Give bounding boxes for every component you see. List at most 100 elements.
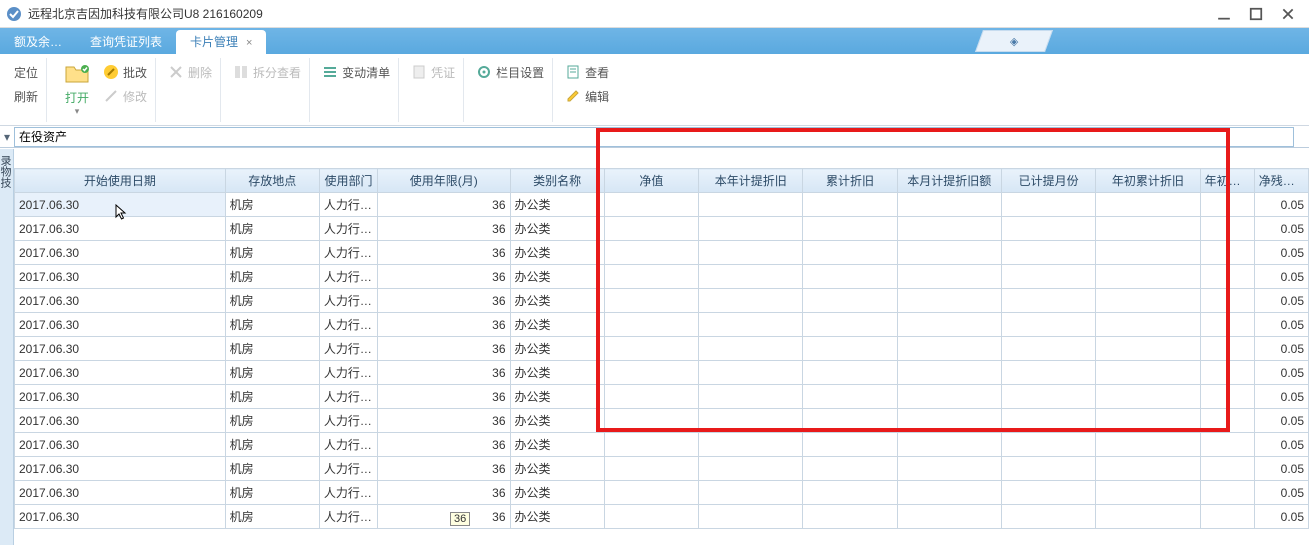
cell[interactable] — [1001, 265, 1095, 289]
cell[interactable] — [699, 409, 803, 433]
cell[interactable]: 0.05 — [1254, 457, 1308, 481]
cell[interactable]: 36 — [378, 361, 510, 385]
cell[interactable]: 人力行… — [319, 457, 377, 481]
cell[interactable]: 人力行… — [319, 361, 377, 385]
cell[interactable] — [1200, 409, 1254, 433]
cell[interactable]: 机房 — [225, 409, 319, 433]
cell[interactable]: 36 — [378, 505, 510, 529]
tab-voucher-list[interactable]: 查询凭证列表 — [76, 30, 176, 54]
column-setting-button[interactable]: 栏目设置 — [476, 62, 544, 82]
cell[interactable]: 0.05 — [1254, 361, 1308, 385]
refresh-button[interactable]: 刷新 — [14, 86, 38, 106]
cell[interactable] — [1001, 481, 1095, 505]
cell[interactable] — [897, 289, 1001, 313]
view-button[interactable]: 查看 — [565, 62, 609, 82]
cell[interactable] — [1200, 289, 1254, 313]
change-list-button[interactable]: 变动清单 — [322, 62, 390, 82]
cell[interactable]: 办公类 — [510, 241, 604, 265]
cell[interactable] — [803, 505, 897, 529]
cell[interactable] — [1096, 385, 1200, 409]
cell[interactable]: 0.05 — [1254, 481, 1308, 505]
cell[interactable]: 36 — [378, 265, 510, 289]
cell[interactable]: 机房 — [225, 457, 319, 481]
cell[interactable]: 2017.06.30 — [15, 457, 226, 481]
cell[interactable]: 2017.06.30 — [15, 241, 226, 265]
cell[interactable] — [699, 241, 803, 265]
cell[interactable]: 人力行… — [319, 385, 377, 409]
cell[interactable] — [1200, 457, 1254, 481]
cell[interactable]: 36 — [378, 337, 510, 361]
edit-button[interactable]: 编辑 — [565, 86, 609, 106]
cell[interactable]: 办公类 — [510, 337, 604, 361]
column-header[interactable]: 已计提月份 — [1001, 169, 1095, 193]
cell[interactable] — [803, 385, 897, 409]
cell[interactable] — [699, 289, 803, 313]
cell[interactable]: 0.05 — [1254, 217, 1308, 241]
cell[interactable] — [1001, 505, 1095, 529]
table-row[interactable]: 2017.06.30机房人力行…36办公类0.05 — [15, 481, 1309, 505]
cell[interactable]: 2017.06.30 — [15, 193, 226, 217]
cell[interactable] — [897, 457, 1001, 481]
cell[interactable] — [803, 481, 897, 505]
cell[interactable]: 2017.06.30 — [15, 409, 226, 433]
cell[interactable]: 人力行… — [319, 433, 377, 457]
cell[interactable]: 2017.06.30 — [15, 289, 226, 313]
cell[interactable] — [803, 409, 897, 433]
cell[interactable] — [699, 217, 803, 241]
cell[interactable]: 0.05 — [1254, 385, 1308, 409]
cell[interactable]: 办公类 — [510, 385, 604, 409]
cell[interactable] — [604, 241, 698, 265]
cell[interactable] — [897, 433, 1001, 457]
table-row[interactable]: 2017.06.30机房人力行…36办公类0.05 — [15, 217, 1309, 241]
cell[interactable]: 0.05 — [1254, 265, 1308, 289]
cell[interactable]: 0.05 — [1254, 337, 1308, 361]
table-row[interactable]: 2017.06.30机房人力行…36办公类0.05 — [15, 241, 1309, 265]
close-button[interactable] — [1281, 7, 1295, 21]
cell[interactable] — [897, 505, 1001, 529]
cell[interactable]: 办公类 — [510, 289, 604, 313]
cell[interactable] — [1096, 409, 1200, 433]
column-header[interactable]: 本月计提折旧额 — [897, 169, 1001, 193]
cell[interactable]: 机房 — [225, 241, 319, 265]
cell[interactable] — [1096, 217, 1200, 241]
cell[interactable] — [897, 313, 1001, 337]
cell[interactable] — [604, 481, 698, 505]
column-header[interactable]: 开始使用日期 — [15, 169, 226, 193]
column-header[interactable]: 净值 — [604, 169, 698, 193]
column-header[interactable]: 存放地点 — [225, 169, 319, 193]
cell[interactable] — [604, 361, 698, 385]
cell[interactable]: 2017.06.30 — [15, 217, 226, 241]
cell[interactable]: 36 — [378, 481, 510, 505]
filter-toggle[interactable]: ▾ — [0, 130, 14, 144]
cell[interactable] — [803, 217, 897, 241]
cell[interactable] — [604, 337, 698, 361]
batch-button[interactable]: 批改 — [103, 62, 147, 82]
cell[interactable] — [1096, 361, 1200, 385]
column-header[interactable]: 年初累计折旧 — [1096, 169, 1200, 193]
cell[interactable] — [604, 433, 698, 457]
cell[interactable]: 机房 — [225, 265, 319, 289]
cell[interactable] — [1096, 457, 1200, 481]
cell[interactable]: 人力行… — [319, 409, 377, 433]
cell[interactable]: 人力行… — [319, 289, 377, 313]
cell[interactable] — [897, 241, 1001, 265]
table-row[interactable]: 2017.06.30机房人力行…36办公类0.05 — [15, 457, 1309, 481]
cell[interactable] — [1096, 481, 1200, 505]
voucher-button[interactable]: 凭证 — [411, 62, 455, 82]
cell[interactable]: 机房 — [225, 337, 319, 361]
cell[interactable] — [1001, 361, 1095, 385]
cell[interactable]: 2017.06.30 — [15, 337, 226, 361]
cell[interactable] — [1001, 433, 1095, 457]
cell[interactable] — [604, 193, 698, 217]
column-header[interactable]: 年初原值 — [1200, 169, 1254, 193]
cell[interactable]: 36 — [378, 457, 510, 481]
cell[interactable] — [1200, 361, 1254, 385]
cell[interactable]: 机房 — [225, 193, 319, 217]
cell[interactable]: 机房 — [225, 385, 319, 409]
tab-balance[interactable]: 额及余… — [0, 30, 76, 54]
cell[interactable]: 2017.06.30 — [15, 433, 226, 457]
cell[interactable]: 0.05 — [1254, 409, 1308, 433]
cell[interactable] — [803, 313, 897, 337]
cell[interactable]: 人力行… — [319, 241, 377, 265]
cell[interactable] — [1096, 337, 1200, 361]
